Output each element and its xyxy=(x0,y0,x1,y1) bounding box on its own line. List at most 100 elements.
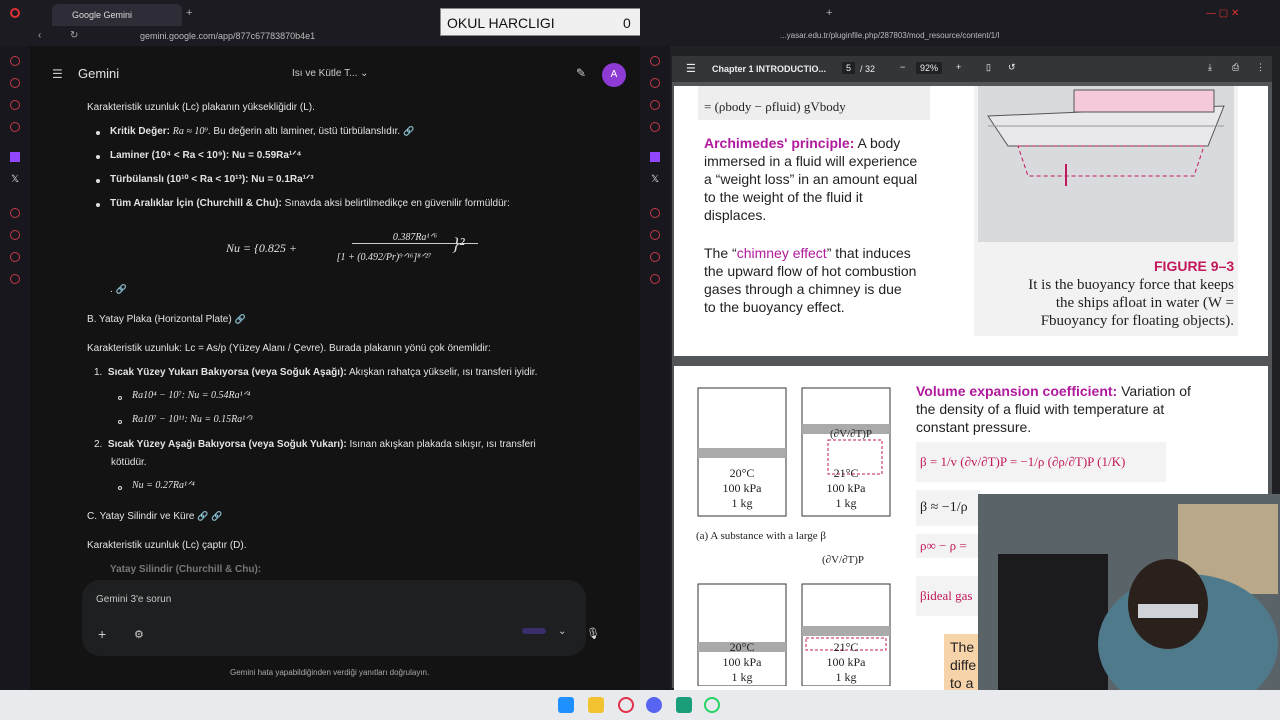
sidebar-icon[interactable] xyxy=(650,230,660,240)
beta-equation: β = 1/v (∂v/∂T)P = −1/ρ (∂ρ/∂T)P (1/K) xyxy=(916,442,1166,482)
chimney-paragraph: The “chimney effect” that induces the up… xyxy=(704,245,917,315)
list-item-cont: kötüdür. xyxy=(111,457,147,468)
opera-icon[interactable] xyxy=(618,697,634,713)
figure-caption-a: (a) A substance with a large β xyxy=(696,530,827,542)
url-text[interactable]: gemini.google.com/app/877c67783870b4e1 xyxy=(140,31,315,41)
sidebar-icon[interactable] xyxy=(650,122,660,132)
link-icon[interactable]: 🔗 xyxy=(234,314,245,324)
list-item: Laminer (10⁴ < Ra < 10⁹): Nu = 0.59Ra¹ᐟ⁴ xyxy=(110,150,302,161)
link-icon[interactable]: 🔗 xyxy=(197,511,208,521)
tools-icon[interactable]: ⚙ xyxy=(134,628,144,641)
pdf-title: Chapter 1 INTRODUCTIO... xyxy=(712,64,827,74)
back-icon[interactable]: ‹ xyxy=(38,30,41,41)
state-a: 20°C 100 kPa 1 kg xyxy=(722,640,762,684)
left-browser-window: Google Gemini + ‹ ↻ gemini.google.com/ap… xyxy=(0,0,640,690)
x-icon[interactable]: 𝕏 xyxy=(11,174,19,185)
url-text[interactable]: ...yasar.edu.tr/pluginfile.php/287803/mo… xyxy=(780,31,999,40)
equation: = (ρbody − ρfluid) gVbody xyxy=(704,99,846,114)
menu-icon[interactable]: ☰ xyxy=(52,67,63,81)
state-b: 21°C 100 kPa 1 kg xyxy=(826,640,866,684)
download-icon[interactable]: ⤓ xyxy=(1208,62,1212,73)
discord-icon[interactable] xyxy=(646,697,662,713)
reload-icon[interactable]: ↻ xyxy=(70,30,78,41)
model-selector[interactable] xyxy=(522,628,546,634)
text-line: Karakteristik uzunluk (Lc) plakanın yüks… xyxy=(87,102,315,113)
rotate-icon[interactable]: ↺ xyxy=(1008,62,1016,73)
list-item: Kritik Değer: Ra ≈ 10⁹. Bu değerin altı … xyxy=(110,126,415,137)
sidebar-icon[interactable] xyxy=(10,100,20,110)
sidebar-icon[interactable] xyxy=(10,252,20,262)
rho-equation: ρ∞ − ρ = xyxy=(916,534,980,558)
sidebar-icon[interactable] xyxy=(10,230,20,240)
conversation-title[interactable]: Isı ve Kütle T... ⌄ xyxy=(292,68,369,79)
add-icon[interactable]: + xyxy=(98,626,106,642)
dv-dt-label: (∂V/∂T)P xyxy=(822,554,865,566)
link-icon[interactable]: 🔗 xyxy=(116,284,127,294)
page-total: / 32 xyxy=(860,64,876,74)
new-tab-icon[interactable]: + xyxy=(186,7,192,19)
list-item: Yatay Silindir (Churchill & Chu): xyxy=(110,564,262,575)
sidebar-icon[interactable] xyxy=(10,56,20,66)
avatar[interactable]: A xyxy=(602,63,626,87)
figure-label: FIGURE 9–3 xyxy=(1154,258,1235,274)
list-item: Ra10⁴ − 10⁷: Nu = 0.54Ra¹ᐟ⁴ xyxy=(132,390,251,401)
sidebar: 𝕏 xyxy=(0,46,30,690)
windows-start-icon[interactable] xyxy=(558,697,574,713)
new-chat-icon[interactable]: ✎ xyxy=(576,66,586,80)
pdf-page: = (ρbody − ρfluid) gVbody Archimedes' pr… xyxy=(674,86,1268,356)
tab-google-gemini[interactable]: Google Gemini xyxy=(52,4,182,26)
opera-icon[interactable] xyxy=(10,8,20,18)
twitch-icon[interactable] xyxy=(650,152,660,162)
page-number-input[interactable]: 5 xyxy=(842,62,856,74)
section-heading: B. Yatay Plaka (Horizontal Plate) 🔗 xyxy=(87,314,246,325)
bullet xyxy=(118,486,122,490)
sidebar-icon[interactable] xyxy=(650,252,660,262)
whatsapp-icon[interactable] xyxy=(704,697,720,713)
mic-icon[interactable]: 🎙 xyxy=(586,627,600,640)
sidebar-icon[interactable] xyxy=(650,78,660,88)
fit-page-icon[interactable]: ▯ xyxy=(986,62,991,73)
webcam-feed xyxy=(978,494,1280,690)
twitch-icon[interactable] xyxy=(10,152,20,162)
more-icon[interactable]: ⋮ xyxy=(1256,62,1265,73)
gemini-app: ☰ Gemini Isı ve Kütle T... ⌄ ✎ A Karakte… xyxy=(32,46,638,690)
goal-label: OKUL HARCLIGI xyxy=(447,15,555,31)
webcam-image xyxy=(978,494,1280,690)
formula-close: }² xyxy=(452,234,465,254)
sidebar-icon[interactable] xyxy=(650,100,660,110)
app-icon[interactable] xyxy=(676,697,692,713)
window-controls[interactable]: — ▢ ✕ xyxy=(1206,8,1239,19)
sidebar-icon[interactable] xyxy=(650,56,660,66)
disclaimer: Gemini hata yapabildiğinden verdiği yanı… xyxy=(230,668,430,677)
list-item: Nu = 0.27Ra¹ᐟ⁴ xyxy=(132,480,195,491)
link-icon[interactable]: 🔗 xyxy=(211,511,222,521)
list-item: Türbülanslı (10¹⁰ < Ra < 10¹³): Nu = 0.1… xyxy=(110,174,314,185)
volume-expansion-paragraph: Volume expansion coefficient: Variation … xyxy=(916,383,1191,435)
sidebar-icon[interactable] xyxy=(10,122,20,132)
sidebar-icon[interactable] xyxy=(10,274,20,284)
state-a: 20°C 100 kPa 1 kg xyxy=(722,466,762,510)
taskbar xyxy=(0,690,1280,720)
print-icon[interactable]: ⎙ xyxy=(1232,62,1239,73)
sidebar-icon[interactable] xyxy=(650,208,660,218)
menu-icon[interactable]: ☰ xyxy=(686,62,696,75)
zoom-out-button[interactable]: − xyxy=(900,62,905,72)
bullet xyxy=(96,155,100,159)
chevron-down-icon[interactable]: ⌄ xyxy=(558,626,566,637)
sidebar-icon[interactable] xyxy=(10,78,20,88)
dv-dt-label: (∂V/∂T)P xyxy=(830,428,873,440)
file-explorer-icon[interactable] xyxy=(588,697,604,713)
prompt-box[interactable]: Gemini 3'e sorun + ⚙ ⌄ 🎙 xyxy=(82,580,600,656)
beta-approx: β ≈ −1/ρ xyxy=(916,490,980,526)
new-tab-icon[interactable]: + xyxy=(826,7,832,19)
zoom-level[interactable]: 92% xyxy=(916,62,943,74)
pdf-toolbar: ☰ Chapter 1 INTRODUCTIO... 5 / 32 − 92% … xyxy=(672,56,1272,82)
archimedes-paragraph: Archimedes' principle: A body immersed i… xyxy=(704,135,918,223)
link-icon[interactable]: 🔗 xyxy=(403,126,414,136)
zoom-in-button[interactable]: + xyxy=(956,62,961,72)
sidebar-icon[interactable] xyxy=(650,274,660,284)
goal-current: 0 xyxy=(623,15,631,31)
x-icon[interactable]: 𝕏 xyxy=(651,174,659,185)
prompt-input[interactable]: Gemini 3'e sorun xyxy=(96,594,171,605)
sidebar-icon[interactable] xyxy=(10,208,20,218)
